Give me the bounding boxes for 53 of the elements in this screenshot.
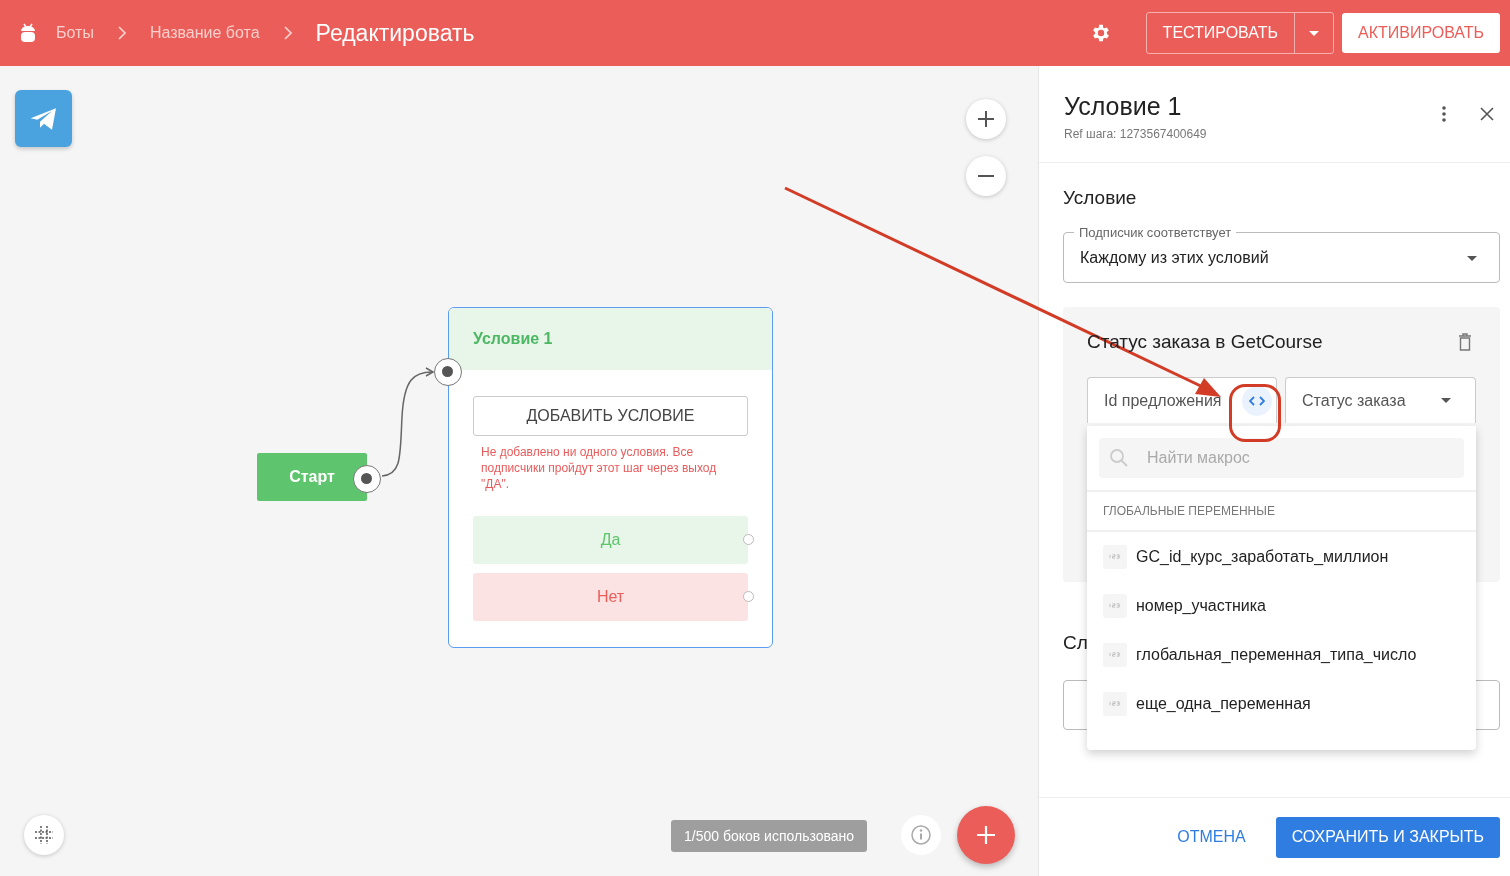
select-value: Статус заказа bbox=[1302, 391, 1406, 410]
close-icon[interactable] bbox=[1480, 107, 1494, 121]
telegram-button[interactable] bbox=[15, 90, 72, 147]
section-title: Сл bbox=[1063, 632, 1089, 654]
add-condition-button[interactable]: ДОБАВИТЬ УСЛОВИЕ bbox=[473, 396, 748, 436]
plus-icon bbox=[976, 825, 996, 845]
page-title: Редактировать bbox=[315, 19, 475, 47]
highlight-ring bbox=[1229, 384, 1281, 442]
more-icon[interactable] bbox=[1442, 106, 1446, 122]
menu-item[interactable]: GC_id_курс_заработать_миллион bbox=[1087, 532, 1476, 581]
cancel-button[interactable]: ОТМЕНА bbox=[1171, 827, 1252, 847]
match-select[interactable]: Подписчик соответствует Каждому из этих условий bbox=[1063, 225, 1500, 283]
trash-icon[interactable] bbox=[1458, 333, 1472, 351]
section-title: Условие bbox=[1063, 187, 1138, 209]
input-port[interactable] bbox=[434, 358, 462, 386]
code-icon bbox=[1249, 395, 1265, 406]
plus-icon bbox=[977, 110, 995, 128]
number-type-icon bbox=[1103, 544, 1127, 569]
field-value: Id предложения bbox=[1104, 391, 1222, 410]
menu-section-header: ГЛОБАЛЬНЫЕ ПЕРЕМЕННЫЕ bbox=[1087, 490, 1476, 532]
number-type-icon bbox=[1103, 691, 1127, 716]
add-button[interactable] bbox=[957, 806, 1015, 864]
chevron-icon bbox=[117, 26, 126, 40]
number-type-icon bbox=[1103, 593, 1127, 618]
search-icon bbox=[1109, 448, 1129, 468]
step-ref: Ref шага: 1273567400649 bbox=[1064, 127, 1208, 141]
zoom-in-button[interactable] bbox=[966, 99, 1006, 139]
node-title: Условие 1 bbox=[473, 330, 553, 348]
select-value: Каждому из этих условий bbox=[1080, 249, 1269, 267]
usage-counter: 1/500 боков использовано bbox=[671, 820, 868, 852]
caret-icon bbox=[1308, 30, 1319, 36]
panel-title: Условие 1 bbox=[1064, 92, 1183, 121]
minus-icon bbox=[977, 175, 995, 177]
macro-search-field[interactable]: Найти макрос bbox=[1099, 438, 1464, 478]
robot-icon[interactable] bbox=[20, 23, 36, 43]
menu-item[interactable]: номер_участника bbox=[1087, 581, 1476, 630]
offer-id-field[interactable]: Id предложения bbox=[1087, 377, 1277, 423]
menu-item[interactable]: глобальная_переменная_типа_число bbox=[1087, 630, 1476, 679]
grid-button[interactable] bbox=[24, 815, 64, 855]
macro-button[interactable] bbox=[1242, 385, 1272, 416]
caret-icon bbox=[1467, 255, 1477, 261]
caret-icon bbox=[1441, 398, 1451, 403]
warning-text: Не добавлено ни одного условия. Все подписчики пройдут этот шаг через выход "ДА". bbox=[481, 444, 718, 492]
menu-item[interactable]: еще_одна_переменная bbox=[1087, 679, 1476, 728]
save-button[interactable]: СОХРАНИТЬ И ЗАКРЫТЬ bbox=[1275, 816, 1500, 858]
condition-node[interactable]: Условие 1 ДОБАВИТЬ УСЛОВИЕ Не добавлено ни одного условия. Все подписчики пройдут этот шаг через выход "ДА". Да Нет bbox=[448, 307, 773, 648]
info-button[interactable] bbox=[901, 815, 941, 855]
grid-icon bbox=[34, 825, 54, 845]
chevron-icon bbox=[283, 26, 292, 40]
field-label: Подписчик соответствует bbox=[1078, 225, 1233, 240]
status-select[interactable]: Статус заказа bbox=[1285, 377, 1476, 423]
number-type-icon bbox=[1103, 642, 1127, 667]
info-icon bbox=[911, 825, 931, 845]
